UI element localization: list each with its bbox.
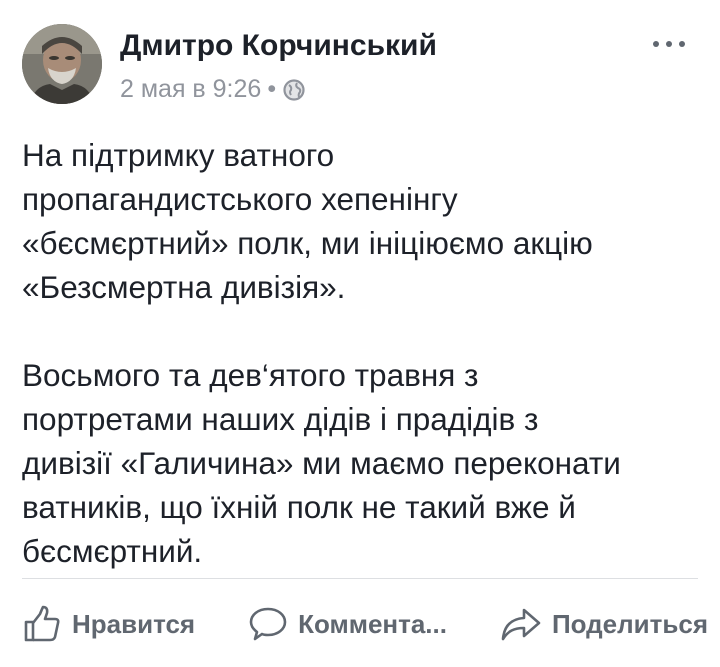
post-paragraph: Восьмого та дев‘ятого травня з портретам… — [22, 353, 702, 573]
avatar-photo — [22, 24, 102, 104]
post-actions-bar: Нравится Коммента... Поделиться — [22, 596, 708, 652]
post-text-line: пропагандистського хепенінгу — [22, 181, 458, 217]
share-button[interactable]: Поделиться — [500, 604, 708, 644]
post-text-line: «Безсмертна дивізія». — [22, 269, 346, 305]
post-text-line: «бєсмєртний» полк, ми ініціюємо акцію — [22, 225, 593, 261]
actions-divider — [22, 578, 698, 579]
comment-label: Коммента... — [298, 608, 447, 639]
thumbs-up-icon — [22, 604, 62, 644]
meta-separator: • — [267, 75, 277, 103]
post-meta: 2 мая в 9:26 • — [120, 74, 305, 104]
facebook-post: Дмитро Корчинський 2 мая в 9:26 • На під… — [0, 0, 720, 667]
comment-bubble-icon — [248, 604, 288, 644]
post-text-line: Восьмого та дев‘ятого травня з — [22, 357, 479, 393]
post-body: На підтримку ватного пропагандистського … — [22, 133, 702, 573]
post-text-line: бєсмєртний. — [22, 533, 203, 569]
globe-icon[interactable] — [283, 78, 305, 101]
like-label: Нравится — [72, 608, 196, 639]
more-dots-icon[interactable] — [650, 36, 688, 52]
comment-button[interactable]: Коммента... — [248, 604, 447, 644]
post-text-line: портретами наших дідів і прадідів з — [22, 401, 539, 437]
share-arrow-icon — [500, 604, 542, 644]
avatar[interactable] — [22, 24, 102, 104]
share-label: Поделиться — [551, 608, 708, 639]
post-text-line: ватників, що їхній полк не такий вже й — [22, 489, 576, 525]
post-text-line: дивізії «Галичина» ми маємо переконати — [22, 445, 621, 481]
author-name[interactable]: Дмитро Корчинський — [120, 28, 437, 64]
post-text-line: На підтримку ватного — [22, 137, 335, 173]
post-timestamp[interactable]: 2 мая в 9:26 — [120, 74, 261, 104]
like-button[interactable]: Нравится — [22, 604, 195, 644]
post-paragraph: На підтримку ватного пропагандистського … — [22, 133, 702, 309]
post-header: Дмитро Корчинський 2 мая в 9:26 • — [22, 24, 698, 108]
